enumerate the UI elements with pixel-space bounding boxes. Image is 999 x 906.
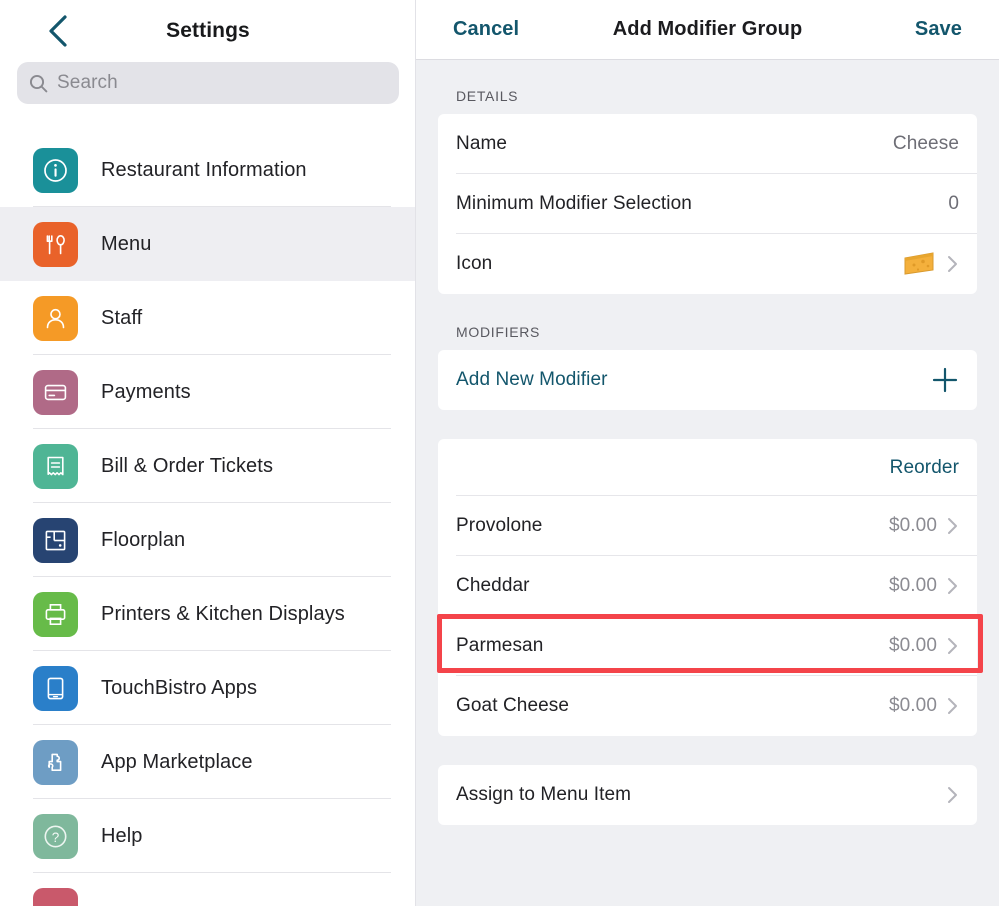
sidebar-item-label: Floorplan	[101, 528, 186, 551]
cutlery-icon	[33, 221, 78, 267]
sidebar-item-label: Payments	[101, 380, 191, 403]
sidebar-item-label: Help	[101, 824, 143, 847]
sidebar-item-label: Printers & Kitchen Displays	[101, 602, 345, 625]
sidebar-header: Settings	[0, 0, 416, 62]
modifier-row-parmesan[interactable]: Parmesan $0.00	[438, 616, 977, 676]
icon-row[interactable]: Icon	[438, 234, 977, 294]
sidebar-list: Restaurant Information Menu Staff Paymen…	[0, 133, 416, 906]
person-icon	[33, 295, 78, 341]
cancel-button[interactable]: Cancel	[453, 18, 519, 41]
assign-to-menu-item-card: Assign to Menu Item	[438, 765, 977, 825]
panel-divider	[415, 0, 416, 906]
question-icon: ?	[33, 813, 78, 859]
sidebar-item-label: App Marketplace	[101, 750, 253, 773]
modifier-row-provolone[interactable]: Provolone $0.00	[438, 496, 977, 556]
modifier-price: $0.00	[888, 515, 937, 536]
sidebar-item-menu[interactable]: Menu	[0, 207, 416, 281]
modifier-price: $0.00	[888, 635, 937, 656]
search-icon	[29, 74, 48, 92]
assign-to-menu-item-row[interactable]: Assign to Menu Item	[438, 765, 977, 825]
name-row[interactable]: Name Cheese	[438, 114, 977, 174]
chevron-right-icon	[947, 516, 959, 536]
modifiers-list-card: Reorder Provolone $0.00 Cheddar $0.00 Pa…	[438, 439, 977, 736]
add-new-modifier-button[interactable]: Add New Modifier	[438, 350, 977, 410]
minimum-modifier-selection-row[interactable]: Minimum Modifier Selection 0	[438, 174, 977, 234]
sidebar-item-restaurant-information[interactable]: Restaurant Information	[0, 133, 416, 207]
receipt-icon	[33, 443, 78, 489]
sidebar-item-help[interactable]: ? Help	[0, 799, 416, 873]
sidebar-item-label: Bill & Order Tickets	[101, 454, 274, 477]
row-label: Minimum Modifier Selection	[456, 193, 692, 214]
row-label: Icon	[456, 253, 493, 274]
modifier-name: Parmesan	[456, 635, 544, 656]
sidebar-item-bill-and-order-tickets[interactable]: Bill & Order Tickets	[0, 429, 416, 503]
tablet-icon	[33, 665, 78, 711]
details-card: Name Cheese Minimum Modifier Selection 0…	[438, 114, 977, 294]
sidebar-item-staff[interactable]: Staff	[0, 281, 416, 355]
sidebar-item-floorplan[interactable]: Floorplan	[0, 503, 416, 577]
modifier-price: $0.00	[888, 575, 937, 596]
detail-body: DETAILS Name Cheese Minimum Modifier Sel…	[416, 60, 999, 825]
chevron-right-icon	[947, 696, 959, 716]
credit-card-icon	[33, 369, 78, 415]
plus-icon	[931, 366, 959, 394]
detail-navbar: Cancel Add Modifier Group Save	[416, 0, 999, 60]
chevron-right-icon	[947, 785, 959, 805]
sidebar-item-label: Menu	[101, 232, 152, 255]
modifiers-section-header: MODIFIERS	[456, 324, 541, 340]
app-root: Settings Search Restaurant Information M…	[0, 0, 999, 906]
modifier-name: Provolone	[456, 515, 543, 536]
modifier-name: Cheddar	[456, 575, 530, 596]
sidebar-item-app-marketplace[interactable]: App Marketplace	[0, 725, 416, 799]
reorder-label: Reorder	[889, 456, 959, 478]
sidebar-item-label: Staff	[101, 306, 143, 329]
details-section-header: DETAILS	[456, 88, 519, 104]
chevron-right-icon	[947, 254, 959, 274]
sidebar-item-payments[interactable]: Payments	[0, 355, 416, 429]
settings-sidebar: Settings Search Restaurant Information M…	[0, 0, 416, 906]
chevron-left-icon[interactable]	[38, 11, 78, 51]
printer-icon	[33, 591, 78, 637]
partial-icon	[33, 887, 78, 906]
assign-to-menu-item-label: Assign to Menu Item	[456, 784, 632, 805]
name-value: Cheese	[892, 133, 959, 154]
sidebar-item-touchbistro-apps[interactable]: TouchBistro Apps	[0, 651, 416, 725]
sidebar-item-label: Restaurant Information	[101, 158, 307, 181]
svg-text:?: ?	[52, 830, 60, 845]
sidebar-item-label: TouchBistro Apps	[101, 676, 258, 699]
modifier-row-cheddar[interactable]: Cheddar $0.00	[438, 556, 977, 616]
info-icon	[33, 147, 78, 193]
chevron-right-icon	[947, 636, 959, 656]
modifier-row-goat-cheese[interactable]: Goat Cheese $0.00	[438, 676, 977, 736]
reorder-button[interactable]: Reorder	[438, 439, 977, 496]
minimum-modifier-selection-value: 0	[948, 193, 959, 214]
save-button[interactable]: Save	[915, 18, 962, 41]
chevron-right-icon	[947, 576, 959, 596]
add-modifier-group-panel: Cancel Add Modifier Group Save DETAILS N…	[416, 0, 999, 906]
add-new-modifier-card: Add New Modifier	[438, 350, 977, 410]
floorplan-icon	[33, 517, 78, 563]
add-new-modifier-label: Add New Modifier	[456, 369, 608, 390]
sidebar-item-partial[interactable]	[0, 873, 416, 906]
row-label: Name	[456, 133, 508, 154]
sidebar-item-printers-and-kitchen-displays[interactable]: Printers & Kitchen Displays	[0, 577, 416, 651]
cheese-icon	[903, 251, 937, 277]
puzzle-icon	[33, 739, 78, 785]
search-input[interactable]: Search	[17, 62, 399, 104]
search-placeholder: Search	[57, 72, 118, 93]
modifier-price: $0.00	[888, 695, 937, 716]
modifier-name: Goat Cheese	[456, 695, 570, 716]
search-container: Search	[0, 62, 416, 104]
